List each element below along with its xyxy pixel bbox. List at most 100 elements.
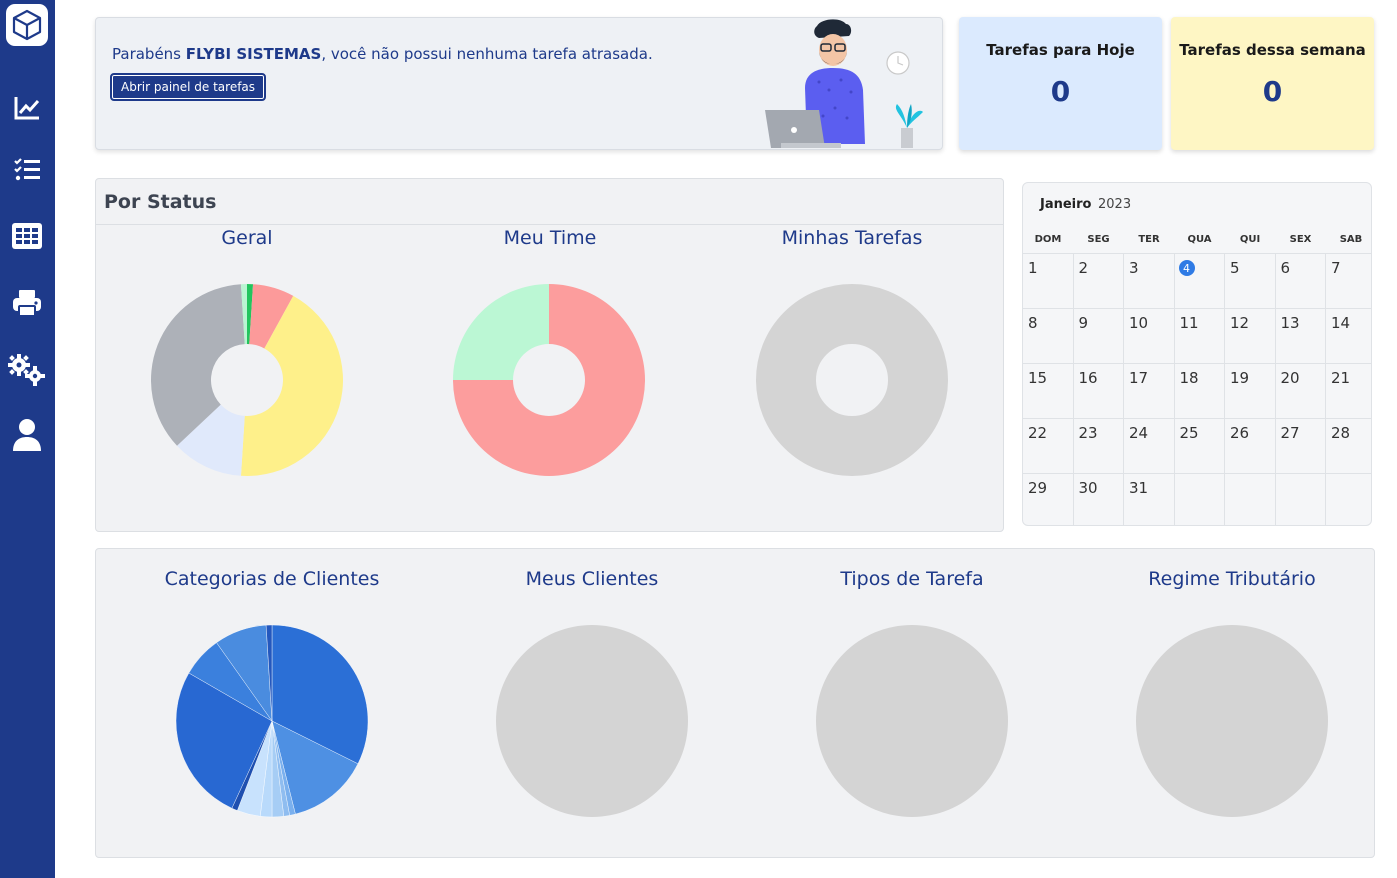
tasks-week-card[interactable]: Tarefas dessa semana 0 xyxy=(1171,17,1374,150)
gears-icon[interactable] xyxy=(7,350,47,390)
user-icon[interactable] xyxy=(7,415,47,455)
calendar-day[interactable]: 28 xyxy=(1331,424,1350,442)
tasks-week-count: 0 xyxy=(1262,75,1283,108)
chart-geral xyxy=(151,284,343,476)
calendar-cell[interactable]: 18 xyxy=(1174,363,1225,418)
calendar-day[interactable]: 9 xyxy=(1079,314,1089,332)
tasks-today-card[interactable]: Tarefas para Hoje 0 xyxy=(959,17,1162,150)
calendar-cell[interactable] xyxy=(1174,473,1225,525)
calendar-day[interactable]: 18 xyxy=(1180,369,1199,387)
task-list-icon[interactable] xyxy=(7,150,47,190)
calendar-cell[interactable] xyxy=(1326,473,1371,525)
pie-slice[interactable] xyxy=(756,284,948,476)
calendar-cell[interactable]: 11 xyxy=(1174,308,1225,363)
calendar-cell[interactable]: 5 xyxy=(1225,253,1276,308)
box-logo-icon[interactable] xyxy=(6,4,48,46)
calendar-cell[interactable]: 9 xyxy=(1073,308,1124,363)
calendar-cell[interactable]: 7 xyxy=(1326,253,1371,308)
calendar-day[interactable]: 1 xyxy=(1028,259,1038,277)
pie-slice[interactable] xyxy=(453,284,549,380)
calendar-cell[interactable]: 23 xyxy=(1073,418,1124,473)
tasks-today-count: 0 xyxy=(1050,75,1071,108)
calendar-day[interactable]: 21 xyxy=(1331,369,1350,387)
printer-icon[interactable] xyxy=(7,283,47,323)
calendar-day[interactable]: 3 xyxy=(1129,259,1139,277)
calendar-day[interactable]: 15 xyxy=(1028,369,1047,387)
calendar-cell[interactable]: 31 xyxy=(1124,473,1175,525)
calendar-cell[interactable]: 13 xyxy=(1275,308,1326,363)
calendar-weekday: QUA xyxy=(1187,234,1212,245)
calendar-cell[interactable]: 29 xyxy=(1023,473,1074,525)
calendar-cell[interactable]: 10 xyxy=(1124,308,1175,363)
calendar-cell[interactable]: 25 xyxy=(1174,418,1225,473)
calendar: Janeiro 2023 DOM SEG TER QUA QUI SEX SAB 1 2 3 4 5 6… xyxy=(1022,182,1372,526)
calendar-cell[interactable]: 3 xyxy=(1124,253,1175,308)
grid-table-icon[interactable] xyxy=(7,216,47,256)
calendar-day[interactable]: 12 xyxy=(1230,314,1249,332)
calendar-day[interactable]: 6 xyxy=(1281,259,1291,277)
chart-minhas-tarefas xyxy=(756,284,948,476)
calendar-day[interactable]: 13 xyxy=(1281,314,1300,332)
pie-slice[interactable] xyxy=(816,625,1008,817)
calendar-day[interactable]: 14 xyxy=(1331,314,1350,332)
calendar-weekday: SEG xyxy=(1087,234,1110,245)
clients-panel: Categorias de Clientes Meus Clientes Tip… xyxy=(95,548,1375,858)
calendar-cell[interactable]: 20 xyxy=(1275,363,1326,418)
calendar-cell[interactable]: 17 xyxy=(1124,363,1175,418)
open-task-panel-button[interactable]: Abrir painel de tarefas xyxy=(110,73,267,101)
calendar-day[interactable]: 17 xyxy=(1129,369,1148,387)
calendar-day[interactable]: 5 xyxy=(1230,259,1240,277)
calendar-cell[interactable]: 30 xyxy=(1073,473,1124,525)
calendar-day[interactable]: 7 xyxy=(1331,259,1341,277)
banner-message: Parabéns FLYBI SISTEMAS, você não possui… xyxy=(112,45,653,63)
calendar-month: Janeiro xyxy=(1040,197,1092,212)
calendar-cell[interactable]: 2 xyxy=(1073,253,1124,308)
calendar-day[interactable]: 30 xyxy=(1079,479,1098,497)
banner-suffix: , você não possui nenhuma tarefa atrasad… xyxy=(321,45,653,63)
chart-title-meus-clientes: Meus Clientes xyxy=(525,568,659,590)
calendar-cell[interactable]: 8 xyxy=(1023,308,1074,363)
calendar-cell[interactable]: 1 xyxy=(1023,253,1074,308)
calendar-cell[interactable]: 22 xyxy=(1023,418,1074,473)
status-panel: Por Status Geral Meu Time Minhas Tarefas xyxy=(95,178,1004,532)
calendar-cell[interactable]: 26 xyxy=(1225,418,1276,473)
chart-title-minhas-tarefas: Minhas Tarefas xyxy=(781,227,923,249)
calendar-cell[interactable] xyxy=(1225,473,1276,525)
calendar-cell[interactable]: 6 xyxy=(1275,253,1326,308)
calendar-cell[interactable]: 27 xyxy=(1275,418,1326,473)
pie-slice[interactable] xyxy=(1136,625,1328,817)
calendar-cell[interactable]: 12 xyxy=(1225,308,1276,363)
calendar-day[interactable]: 31 xyxy=(1129,479,1148,497)
calendar-day[interactable]: 23 xyxy=(1079,424,1098,442)
calendar-day[interactable]: 11 xyxy=(1180,314,1199,332)
chart-categorias-clientes xyxy=(175,624,369,818)
calendar-day[interactable]: 27 xyxy=(1281,424,1300,442)
chart-title-categorias-clientes: Categorias de Clientes xyxy=(164,568,380,590)
calendar-day[interactable]: 25 xyxy=(1180,424,1199,442)
calendar-cell[interactable]: 15 xyxy=(1023,363,1074,418)
calendar-cell[interactable]: 24 xyxy=(1124,418,1175,473)
calendar-today[interactable]: 4 xyxy=(1178,260,1195,276)
chart-title-meu-time: Meu Time xyxy=(503,227,597,249)
calendar-cell[interactable]: 14 xyxy=(1326,308,1371,363)
calendar-day[interactable]: 19 xyxy=(1230,369,1249,387)
chart-line-icon[interactable] xyxy=(7,88,47,128)
calendar-day[interactable]: 24 xyxy=(1129,424,1148,442)
calendar-day[interactable]: 22 xyxy=(1028,424,1047,442)
calendar-weekday: TER xyxy=(1138,234,1160,245)
calendar-day[interactable]: 20 xyxy=(1281,369,1300,387)
calendar-day[interactable]: 26 xyxy=(1230,424,1249,442)
calendar-day[interactable]: 10 xyxy=(1129,314,1148,332)
calendar-cell[interactable]: 21 xyxy=(1326,363,1371,418)
calendar-cell[interactable]: 16 xyxy=(1073,363,1124,418)
calendar-day[interactable]: 16 xyxy=(1079,369,1098,387)
chart-title-geral: Geral xyxy=(221,227,273,249)
calendar-cell[interactable]: 4 xyxy=(1174,253,1225,308)
calendar-cell[interactable]: 19 xyxy=(1225,363,1276,418)
calendar-cell[interactable]: 28 xyxy=(1326,418,1371,473)
calendar-cell[interactable] xyxy=(1275,473,1326,525)
calendar-day[interactable]: 29 xyxy=(1028,479,1047,497)
pie-slice[interactable] xyxy=(496,625,688,817)
calendar-day[interactable]: 8 xyxy=(1028,314,1038,332)
calendar-day[interactable]: 2 xyxy=(1079,259,1089,277)
